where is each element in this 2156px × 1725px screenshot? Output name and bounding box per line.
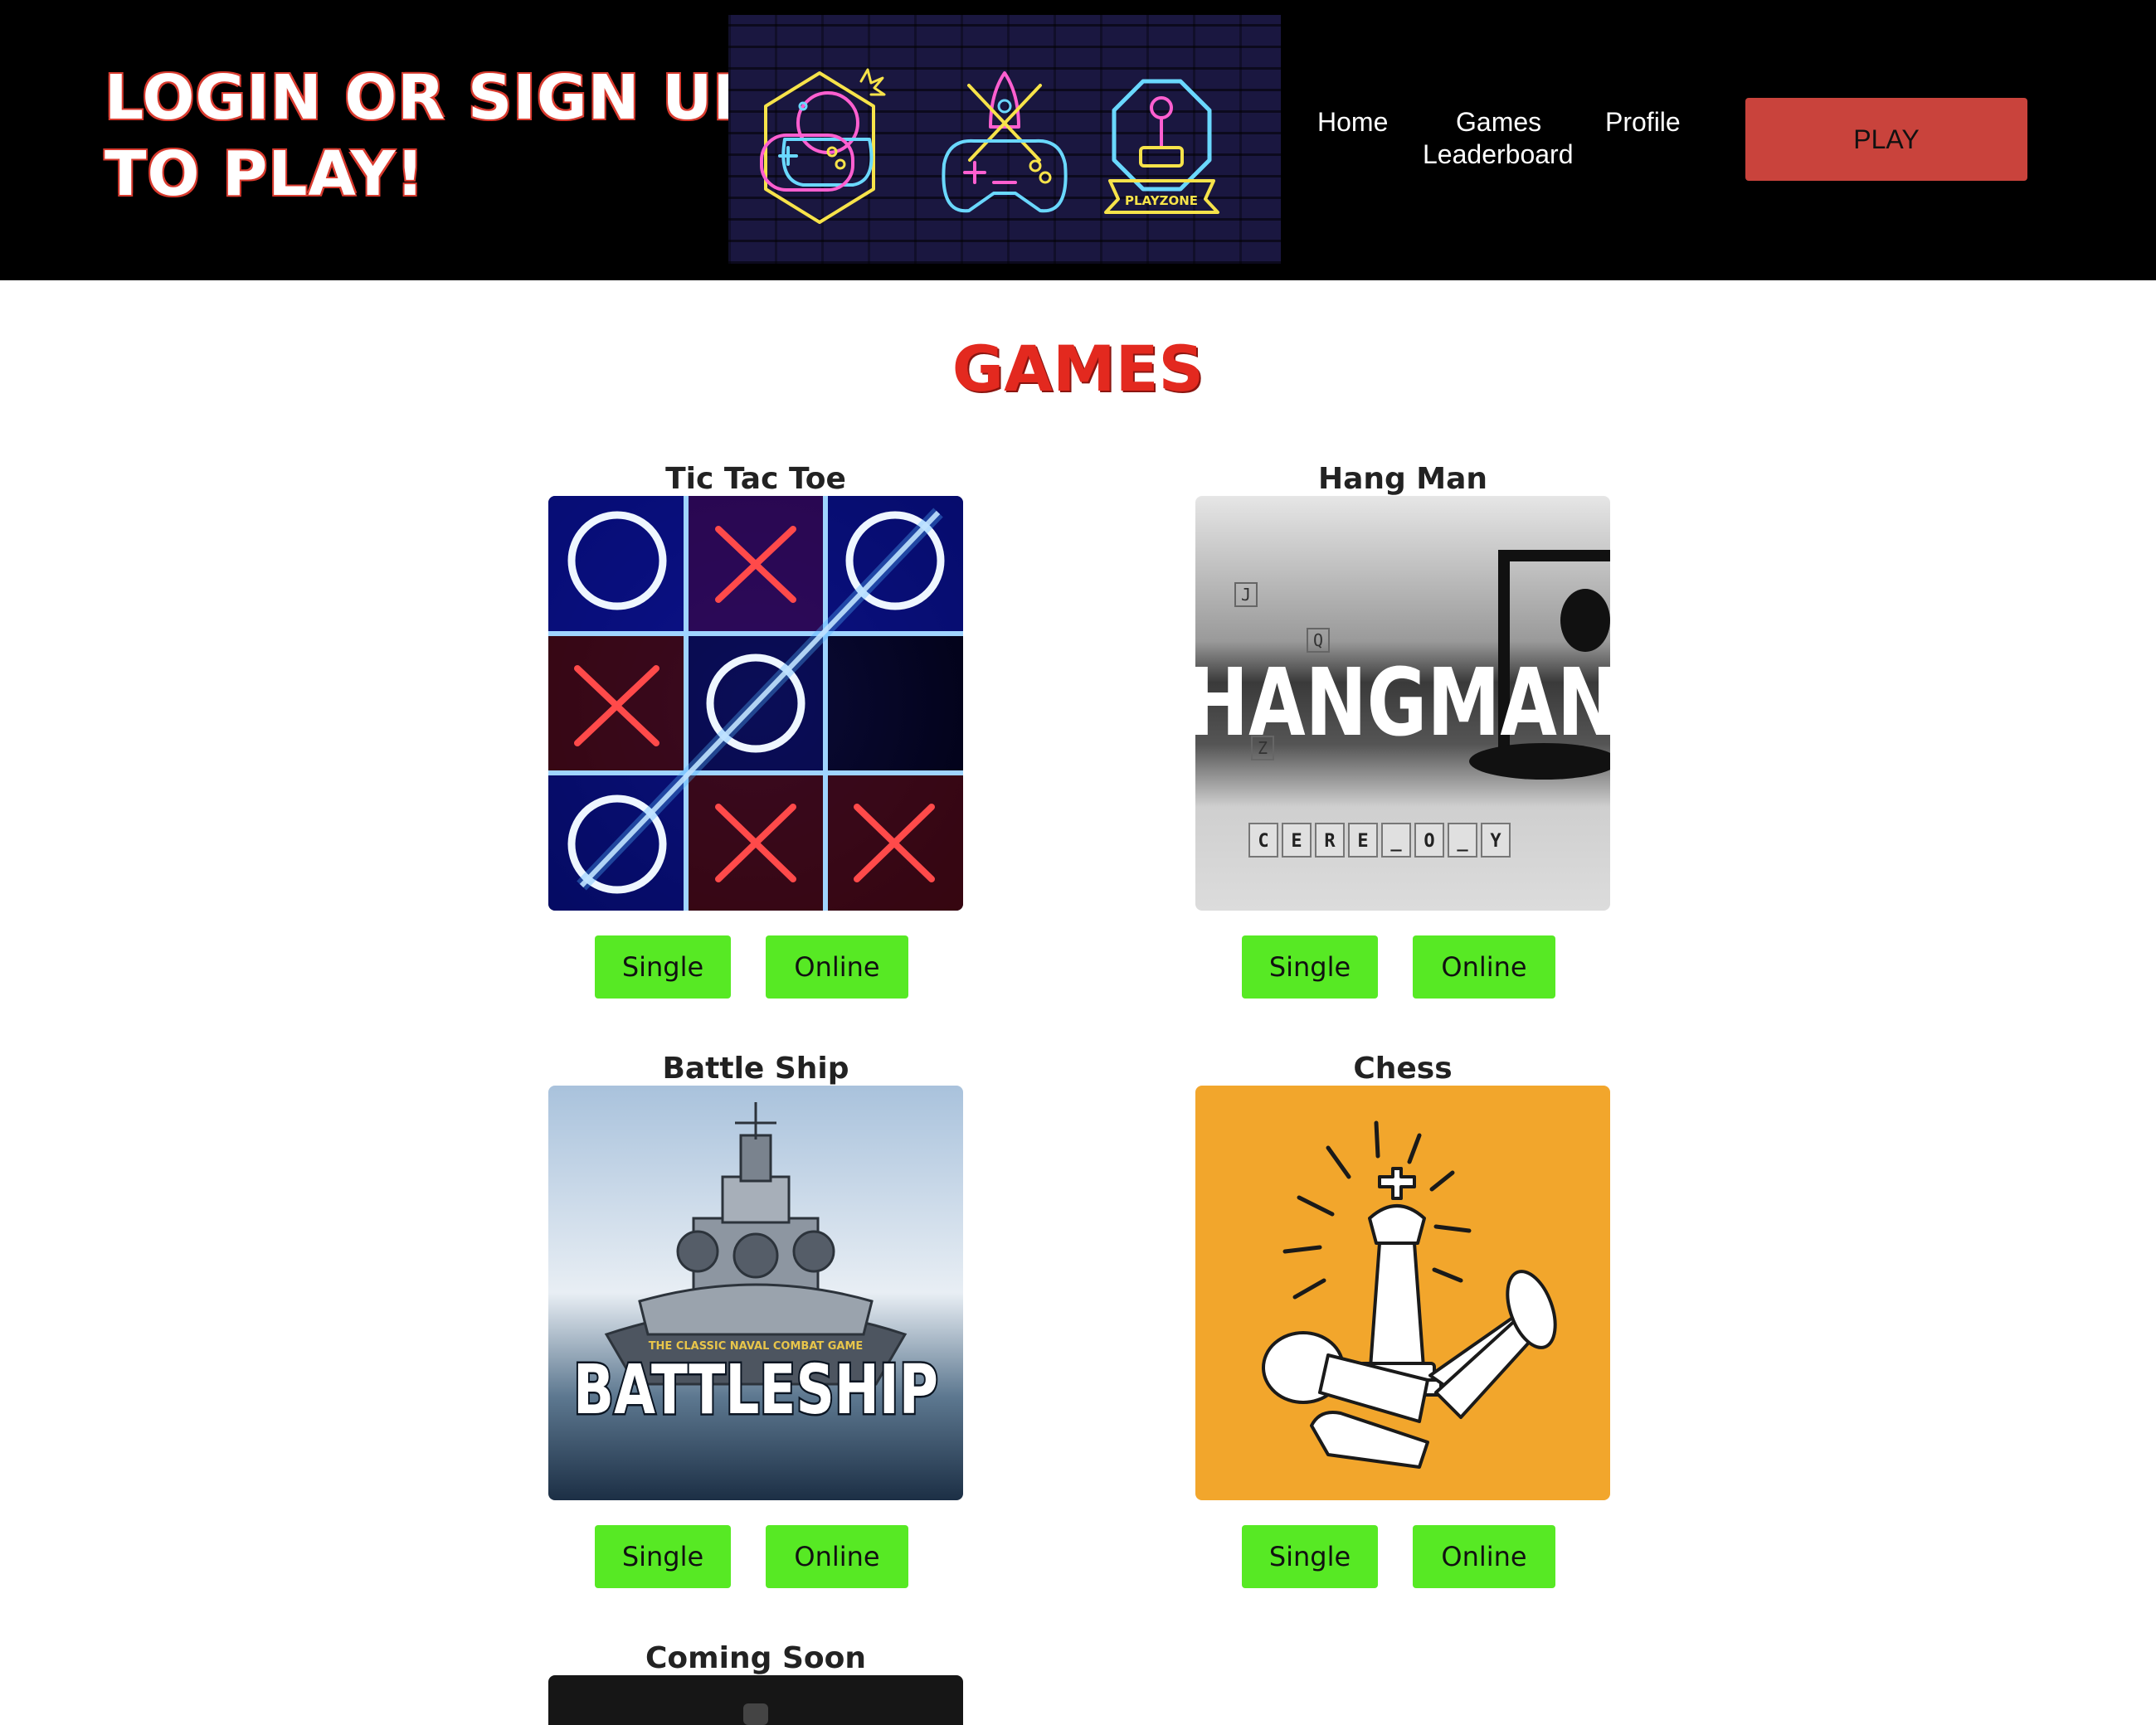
chess-online-button[interactable]: Online — [1413, 1525, 1555, 1588]
tic-tac-toe-image[interactable] — [548, 496, 963, 911]
game-title: Coming Soon — [645, 1641, 866, 1675]
main-nav: Home Games Profile Leaderboard — [1298, 103, 1713, 186]
hangman-tile: E — [1357, 831, 1368, 852]
tic-tac-toe-icon — [548, 496, 963, 911]
hangman-icon: HANGMAN J Q Z C E R E _ O _ Y — [1195, 496, 1610, 911]
game-title: Battle Ship — [662, 1052, 849, 1086]
login-title-line1: LOGIN OR SIGN UP — [105, 62, 759, 134]
battle-ship-online-button[interactable]: Online — [766, 1525, 908, 1588]
battleship-image-text: BATTLESHIP — [573, 1351, 938, 1430]
tic-tac-toe-single-button[interactable]: Single — [595, 935, 731, 999]
hangman-image[interactable]: HANGMAN J Q Z C E R E _ O _ Y — [1195, 496, 1610, 911]
floating-letter: J — [1241, 585, 1251, 605]
nav-profile-link[interactable]: Profile — [1605, 107, 1681, 138]
game-title: Hang Man — [1317, 462, 1488, 496]
battleship-image[interactable]: THE CLASSIC NAVAL COMBAT GAME BATTLESHIP — [548, 1086, 963, 1500]
hangman-tile: R — [1324, 831, 1336, 852]
gamepad-bomb-icon — [760, 68, 886, 224]
hang-man-online-button[interactable]: Online — [1413, 935, 1555, 999]
chess-image[interactable] — [1195, 1086, 1610, 1500]
chess-single-button[interactable]: Single — [1242, 1525, 1378, 1588]
floating-letter: Z — [1258, 738, 1268, 758]
login-signup-title[interactable]: LOGIN OR SIGN UP TO PLAY! — [105, 60, 758, 212]
battle-ship-single-button[interactable]: Single — [595, 1525, 731, 1588]
battleship-icon: THE CLASSIC NAVAL COMBAT GAME BATTLESHIP — [548, 1086, 963, 1500]
hang-man-single-button[interactable]: Single — [1242, 935, 1378, 999]
site-header: LOGIN OR SIGN UP TO PLAY! PLAYZONE Home … — [0, 0, 2156, 280]
hangman-tile: E — [1291, 831, 1302, 852]
login-title-line2: TO PLAY! — [105, 138, 426, 210]
nav-home-link[interactable]: Home — [1317, 107, 1388, 138]
rocket-gamepad-icon — [942, 71, 1068, 213]
hangman-tile: _ — [1390, 831, 1402, 852]
hangman-tile: C — [1258, 831, 1268, 852]
game-title: Chess — [1353, 1052, 1453, 1086]
play-button[interactable]: PLAY — [1745, 98, 2027, 181]
coming-soon-image — [548, 1675, 963, 1725]
hangman-tile: Y — [1490, 831, 1501, 852]
chess-icon — [1195, 1086, 1610, 1500]
hangman-tile: _ — [1457, 831, 1468, 852]
nav-leaderboard-link[interactable]: Leaderboard — [1423, 139, 1573, 170]
games-heading: GAMES — [951, 332, 1205, 406]
tic-tac-toe-online-button[interactable]: Online — [766, 935, 908, 999]
game-title: Tic Tac Toe — [665, 462, 846, 496]
neon-banner: PLAYZONE — [728, 15, 1281, 264]
floating-letter: Q — [1313, 630, 1323, 650]
playzone-badge-text: PLAYZONE — [1125, 193, 1198, 208]
hangman-tile: O — [1424, 831, 1434, 852]
nav-games-link[interactable]: Games — [1456, 107, 1541, 138]
